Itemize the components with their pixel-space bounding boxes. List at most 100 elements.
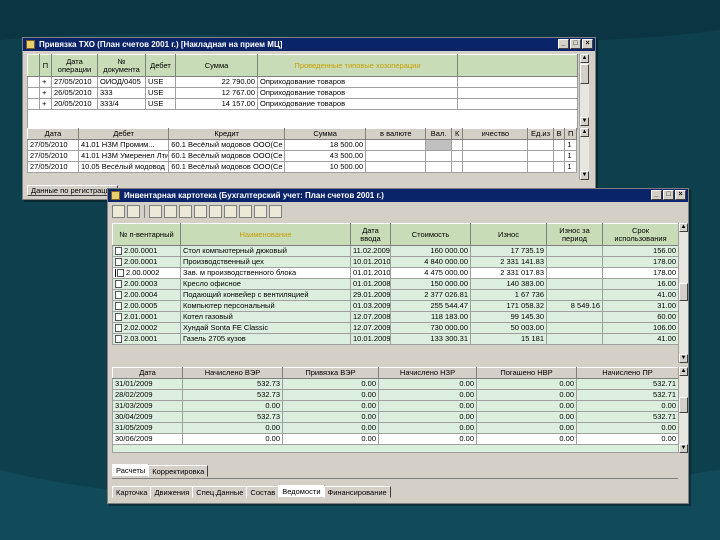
col-date[interactable]: Дата [112, 367, 183, 379]
tab-calculations[interactable]: Расчеты [112, 464, 150, 477]
col-repaid-nvr[interactable]: Погашено НВР [476, 367, 577, 379]
inventory-scrollbar[interactable]: ▲ ▼ [678, 223, 688, 363]
col-credit[interactable]: Кредит [168, 128, 286, 140]
scroll-down-icon[interactable]: ▼ [679, 444, 688, 453]
scroll-up-icon[interactable]: ▲ [580, 128, 589, 137]
col-debit[interactable]: Дебет [77, 128, 170, 140]
col-charged-nzr[interactable]: Начислено НЗР [378, 367, 477, 379]
tab-card[interactable]: Карточка [112, 486, 152, 498]
print-icon[interactable] [209, 205, 222, 218]
scroll-thumb[interactable] [679, 283, 688, 301]
scroll-up-icon[interactable]: ▲ [679, 367, 688, 376]
col-sum[interactable]: Сумма [175, 54, 258, 77]
col-operations[interactable]: Проведенные типовые хозоперации [257, 54, 458, 77]
refresh-icon[interactable] [254, 205, 267, 218]
minimize-button[interactable]: _ [558, 39, 569, 49]
report-icon[interactable] [224, 205, 237, 218]
col-input-date[interactable]: Дата ввода [350, 223, 391, 246]
list-icon[interactable] [164, 205, 177, 218]
document-icon [115, 302, 122, 311]
col-sum[interactable]: Сумма [284, 128, 367, 140]
table-row[interactable]: 30/04/2009 532.73 0.00 0.00 0.00 532.71 [112, 411, 679, 423]
scroll-up-icon[interactable]: ▲ [580, 54, 589, 63]
col-debit[interactable]: Дебет [145, 54, 176, 77]
sort-icon[interactable] [127, 205, 140, 218]
scroll-thumb[interactable] [580, 64, 589, 84]
minimize-button[interactable]: _ [651, 190, 662, 200]
table-row[interactable]: 2.02.0002 Хундай Sonta FE Classic 12.07.20… [112, 322, 679, 334]
col-cost[interactable]: Стоимость [390, 223, 471, 246]
bottom-table-scrollbar[interactable]: ▲ ▼ [579, 128, 589, 180]
tab-movements[interactable]: Движения [150, 486, 194, 498]
col-name[interactable]: Наименование [180, 223, 351, 246]
col-op-date[interactable]: Дата операции [51, 54, 98, 77]
tab-special-data[interactable]: Спец.Данные [192, 486, 248, 498]
scroll-down-icon[interactable]: ▼ [679, 354, 688, 363]
calculations-table: Дата Начислено ВЭР Привязка ВЭР Начислен… [112, 367, 679, 453]
col-inventory-no[interactable]: № п-вентарный [112, 223, 181, 246]
tree-icon[interactable] [179, 205, 192, 218]
col-p[interactable]: П [39, 54, 52, 77]
col-charged-pr[interactable]: Начислено ПР [576, 367, 679, 379]
calculations-scrollbar[interactable]: ▲ ▼ [678, 367, 688, 453]
col-p2[interactable]: П [564, 128, 577, 140]
col-binding-ver[interactable]: Привязка ВЭР [282, 367, 379, 379]
col-date[interactable]: Дата [27, 128, 79, 140]
col-currency[interactable]: Вал. [425, 128, 452, 140]
table-row[interactable]: 31/03/2009 0.00 0.00 0.00 0.00 0.00 [112, 400, 679, 412]
status-tab[interactable]: Данные по регистрации [27, 185, 118, 196]
top-table-scrollbar[interactable]: ▲ ▼ [579, 54, 589, 126]
tab-financing[interactable]: Финансирование [323, 486, 391, 498]
table-row[interactable]: 2.00.0003 Кресло офисное 01.01.2008 150 000… [112, 278, 679, 290]
scroll-up-icon[interactable]: ▲ [679, 223, 688, 232]
table-row[interactable]: 31/05/2009 0.00 0.00 0.00 0.00 0.00 [112, 422, 679, 434]
table-row[interactable]: +27/05/2010 ОИОД/0405 USE 22 790.00 Оприходо… [27, 76, 578, 88]
calc-icon[interactable] [239, 205, 252, 218]
table-row[interactable]: 2.00.0001 Стол компьютерный дюковый 11.02.… [112, 245, 679, 257]
table-row[interactable]: 31/01/2009 532.73 0.00 0.00 0.00 532.71 [112, 378, 679, 390]
entries-table: Дата Дебет Кредит Сумма в валюте Вал. К … [27, 128, 577, 173]
scroll-down-icon[interactable]: ▼ [580, 117, 589, 126]
col-doc-no[interactable]: № документа [97, 54, 146, 77]
table-row[interactable]: 28/02/2009 532.73 0.00 0.00 0.00 532.71 [112, 389, 679, 401]
document-icon [115, 335, 122, 344]
copy-icon[interactable] [194, 205, 207, 218]
tab-composition[interactable]: Состав [246, 486, 280, 498]
table-row[interactable]: 27/05/2010 10.05 Весёлый модовод 60.1 Весё… [27, 161, 577, 173]
col-k[interactable]: К [450, 128, 464, 140]
document-icon [115, 324, 122, 333]
col-wear-period[interactable]: Износ за период [546, 223, 603, 246]
table-row[interactable]: 2.00.0002 Зав. м производственного блока 0… [112, 267, 679, 279]
table-row[interactable]: 27/05/2010 41.01 НЗМ Промим... 60.1 Весёлы… [27, 139, 577, 151]
settings-icon[interactable] [269, 205, 282, 218]
scroll-thumb[interactable] [679, 397, 688, 413]
table-row[interactable]: 2.01.0001 Котел газовый 12.07.2008 118 183.… [112, 311, 679, 323]
inventory-table: № п-вентарный Наименование Дата ввода Ст… [112, 223, 679, 345]
col-quantity[interactable]: ичество [462, 128, 529, 140]
scroll-down-icon[interactable]: ▼ [580, 171, 589, 180]
tab-adjustment[interactable]: Корректировка [148, 465, 209, 477]
close-button[interactable]: × [675, 190, 686, 200]
table-row[interactable]: 2.03.0001 Газель 2705 кузов 10.01.2009 133 … [112, 333, 679, 345]
maximize-button[interactable]: □ [663, 190, 674, 200]
col-charged-ver[interactable]: Начислено ВЭР [182, 367, 283, 379]
table-row[interactable]: +26/05/2010 333 USE 12 767.00 Оприходование … [27, 87, 578, 99]
binding-window-titlebar: Привязка ТХО (План счетов 2001 г.) [Накл… [23, 38, 595, 51]
table-row[interactable]: +20/05/2010 333/4 USE 14 157.00 Оприходовани… [27, 98, 578, 110]
filter-icon[interactable] [112, 205, 125, 218]
tab-statements[interactable]: Ведомости [278, 485, 325, 498]
close-button[interactable]: × [582, 39, 593, 49]
col-term[interactable]: Срок использования [602, 223, 679, 246]
table-row[interactable]: 2.00.0004 Подающий конвейер с вентиляцией… [112, 289, 679, 301]
document-icon [115, 291, 122, 300]
maximize-button[interactable]: □ [570, 39, 581, 49]
table-row[interactable]: 27/05/201041.01 НЗМ Умеренел Лтиматос60.… [27, 150, 577, 162]
card-icon[interactable] [149, 205, 162, 218]
table-row[interactable]: 2.00.0001 Производственный цех 10.01.2010 4… [112, 256, 679, 268]
col-unit[interactable]: Ед.из [527, 128, 554, 140]
table-row[interactable]: 2.00.0005 Компьютер персональный 01.03.200… [112, 300, 679, 312]
col-v[interactable]: В [552, 128, 566, 140]
table-row[interactable]: 30/06/2009 0.00 0.00 0.00 0.00 0.00 [112, 433, 679, 445]
col-currency-sum[interactable]: в валюте [365, 128, 427, 140]
col-wear[interactable]: Износ [470, 223, 547, 246]
